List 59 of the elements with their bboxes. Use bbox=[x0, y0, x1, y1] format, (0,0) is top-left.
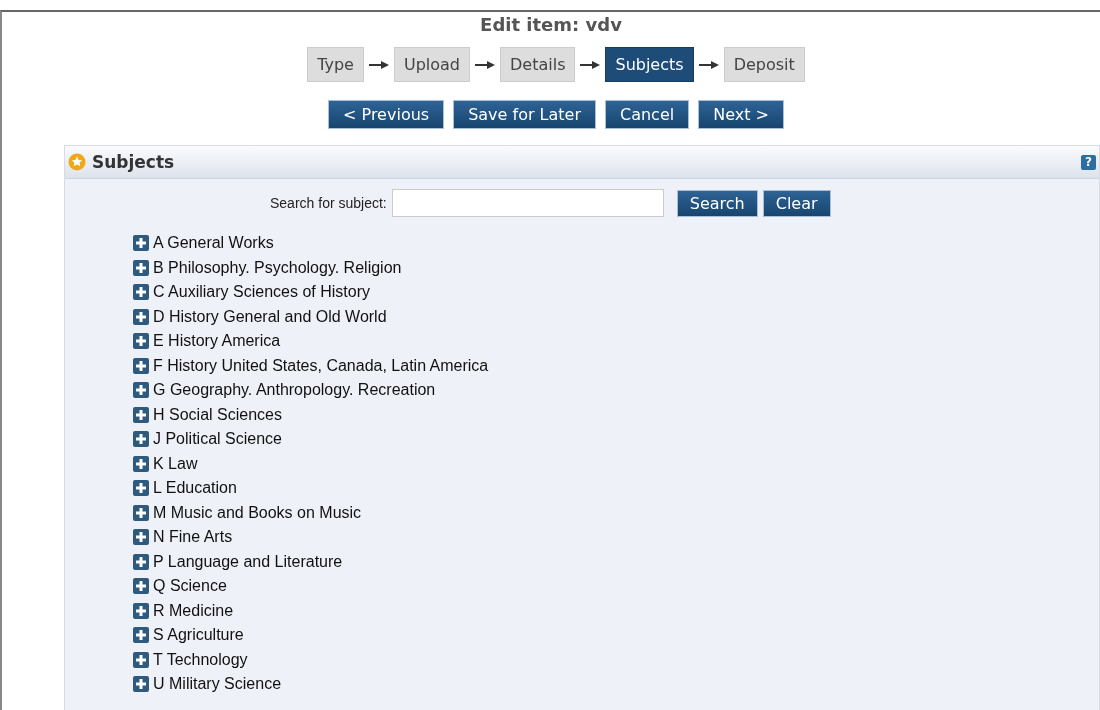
expand-icon[interactable] bbox=[133, 259, 149, 276]
subject-tree-item[interactable]: G Geography. Anthropology. Recreation bbox=[153, 381, 436, 400]
panel-title: Subjects bbox=[92, 152, 175, 172]
subject-tree-item[interactable]: J Political Science bbox=[153, 430, 282, 449]
expand-icon[interactable] bbox=[133, 431, 149, 448]
expand-icon[interactable] bbox=[133, 284, 149, 301]
search-label: Search for subject: bbox=[270, 195, 387, 211]
subject-tree-item[interactable]: D History General and Old World bbox=[153, 307, 387, 326]
subject-tree-item[interactable]: F History United States, Canada, Latin America bbox=[153, 356, 489, 375]
search-field[interactable] bbox=[391, 189, 664, 217]
subject-tree-item[interactable]: C Auxiliary Sciences of History bbox=[153, 283, 370, 302]
star-badge-icon bbox=[68, 153, 86, 171]
expand-icon[interactable] bbox=[133, 308, 149, 325]
expand-icon[interactable] bbox=[133, 235, 149, 252]
search-button[interactable]: Search bbox=[676, 189, 758, 217]
expand-icon[interactable] bbox=[133, 504, 149, 521]
expand-icon[interactable] bbox=[133, 357, 149, 374]
workflow-step-tab[interactable]: Subjects bbox=[605, 47, 694, 82]
workflow-step-tab[interactable]: Deposit bbox=[723, 47, 805, 82]
nav-button[interactable]: Save for Later bbox=[453, 100, 596, 129]
expand-icon[interactable] bbox=[133, 529, 149, 546]
arrow-icon bbox=[697, 59, 720, 70]
subject-tree-item[interactable]: U Military Science bbox=[153, 675, 282, 694]
nav-button[interactable]: < Previous bbox=[328, 100, 445, 129]
arrow-icon bbox=[367, 59, 390, 70]
expand-icon[interactable] bbox=[133, 333, 149, 350]
subject-tree-item[interactable]: E History America bbox=[153, 332, 281, 351]
arrow-icon bbox=[474, 59, 496, 70]
expand-icon[interactable] bbox=[133, 406, 149, 423]
subject-tree-item[interactable]: T Technology bbox=[153, 650, 248, 669]
subject-tree-item[interactable]: Q Science bbox=[153, 577, 227, 596]
expand-icon[interactable] bbox=[133, 627, 149, 644]
expand-icon[interactable] bbox=[133, 455, 149, 472]
nav-button[interactable]: Cancel bbox=[605, 100, 690, 129]
expand-icon[interactable] bbox=[133, 480, 149, 497]
subject-tree-item[interactable]: R Medicine bbox=[153, 601, 234, 620]
subject-tree-item[interactable]: B Philosophy. Psychology. Religion bbox=[153, 258, 402, 277]
arrow-icon bbox=[579, 59, 602, 70]
subject-tree-item[interactable]: M Music and Books on Music bbox=[153, 503, 362, 522]
expand-icon[interactable] bbox=[133, 578, 149, 595]
workflow-step-tab[interactable]: Details bbox=[500, 47, 576, 82]
expand-icon[interactable] bbox=[133, 553, 149, 570]
subject-tree-item[interactable]: N Fine Arts bbox=[153, 528, 233, 547]
subject-tree-item[interactable]: P Language and Literature bbox=[153, 552, 343, 571]
workflow-step-tab[interactable]: Upload bbox=[393, 47, 470, 82]
subject-tree-item[interactable]: A General Works bbox=[153, 234, 274, 253]
workflow-step-tab[interactable]: Type bbox=[307, 47, 364, 82]
expand-icon[interactable] bbox=[133, 382, 149, 399]
nav-button[interactable]: Next > bbox=[698, 100, 784, 129]
expand-icon[interactable] bbox=[133, 651, 149, 668]
expand-icon[interactable] bbox=[133, 602, 149, 619]
subject-tree-item[interactable]: H Social Sciences bbox=[153, 405, 282, 424]
subject-tree-item[interactable]: K Law bbox=[153, 454, 198, 473]
help-icon[interactable]: ? bbox=[1081, 154, 1096, 170]
expand-icon[interactable] bbox=[133, 676, 149, 693]
subject-tree-item[interactable]: L Education bbox=[153, 479, 237, 498]
page-title: Edit item: vdv bbox=[479, 14, 623, 35]
search-button[interactable]: Clear bbox=[762, 189, 831, 217]
subject-tree-item[interactable]: S Agriculture bbox=[153, 626, 244, 645]
